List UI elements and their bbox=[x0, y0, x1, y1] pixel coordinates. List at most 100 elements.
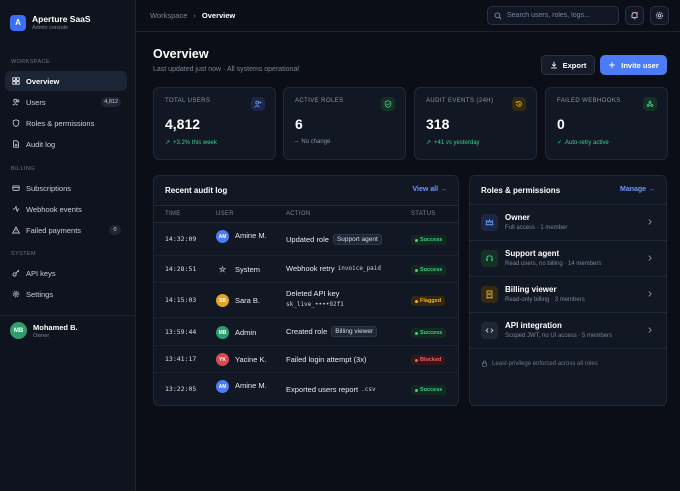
status-badge: Blocked bbox=[411, 355, 446, 365]
status-badge: Flagged bbox=[411, 296, 446, 306]
brand[interactable]: A Aperture SaaS Admin console bbox=[10, 14, 91, 31]
avatar: AM bbox=[216, 230, 229, 243]
row-status: Success bbox=[411, 235, 447, 245]
sidebar-item-label: Audit log bbox=[26, 139, 56, 149]
search-input[interactable] bbox=[507, 12, 617, 19]
stat-trend: ✓ Auto-retry active bbox=[557, 139, 609, 147]
sidebar-item-users[interactable]: Users 4,812 bbox=[5, 92, 127, 112]
row-status: Success bbox=[411, 385, 447, 395]
stat-card-active-roles[interactable]: Active roles 6 – No change bbox=[283, 87, 406, 160]
settings-button[interactable] bbox=[650, 6, 669, 25]
stat-label: Failed webhooks bbox=[557, 98, 621, 104]
row-user: AM Amine M. bbox=[216, 380, 278, 393]
role-desc: Full access · 1 member bbox=[505, 225, 568, 231]
table-row[interactable]: 14:28:51 ☆ System Webhook retry invoice_… bbox=[154, 257, 458, 283]
role-item-support-agent[interactable]: Support agent Read users, no billing · 1… bbox=[470, 240, 666, 276]
roles-panel: Roles & permissions Manage → Owner Full … bbox=[469, 175, 667, 406]
user-role: Owner bbox=[33, 332, 50, 339]
trend-up-icon: ↗ bbox=[165, 140, 171, 146]
manage-link[interactable]: Manage → bbox=[620, 186, 655, 193]
sidebar-item-label: Overview bbox=[26, 76, 60, 86]
sidebar-item-roles[interactable]: Roles & permissions bbox=[5, 113, 127, 133]
row-status: Flagged bbox=[411, 296, 446, 306]
user-plus-icon bbox=[251, 97, 265, 111]
api-key-code: sk_live_••••92f1 bbox=[286, 301, 344, 308]
stat-label: Active roles bbox=[295, 98, 344, 104]
role-tag: Billing viewer bbox=[331, 326, 378, 337]
check-icon: ✓ bbox=[557, 140, 563, 146]
column-header[interactable]: USER bbox=[216, 211, 234, 217]
section-label-billing: Billing bbox=[11, 166, 35, 172]
row-action: Created role Billing viewer bbox=[286, 326, 378, 337]
current-user[interactable]: MB Mohamed B. Owner bbox=[0, 315, 135, 345]
role-item-billing-viewer[interactable]: Billing viewer Read-only billing · 3 mem… bbox=[470, 276, 666, 312]
stat-card-total-users[interactable]: Total users 4,812 ↗ +3.2% this week bbox=[153, 87, 276, 160]
table-header: TIME USER ACTION STATUS bbox=[154, 205, 458, 223]
file-icon bbox=[11, 139, 21, 149]
sidebar-item-audit-log[interactable]: Audit log bbox=[5, 134, 127, 154]
notifications-button[interactable] bbox=[625, 6, 644, 25]
grid-icon bbox=[11, 76, 21, 86]
sidebar-item-settings[interactable]: Settings bbox=[5, 284, 127, 304]
view-all-link[interactable]: View all → bbox=[413, 186, 448, 193]
stat-label: Audit events (24h) bbox=[426, 98, 494, 104]
shield-icon bbox=[11, 118, 21, 128]
status-badge: Success bbox=[411, 328, 447, 338]
stat-card-failed-webhooks[interactable]: Failed webhooks 0 ✓ Auto-retry active bbox=[545, 87, 668, 160]
role-name: Owner bbox=[505, 213, 530, 222]
sidebar-item-overview[interactable]: Overview bbox=[5, 71, 127, 91]
row-status: Success bbox=[411, 328, 447, 338]
table-row[interactable]: 14:15:03 SB Sara B. Deleted API key sk_l… bbox=[154, 284, 458, 318]
sidebar-item-label: Failed payments bbox=[26, 225, 82, 235]
avatar: MB bbox=[216, 326, 229, 339]
users-icon bbox=[11, 97, 21, 107]
row-action: Failed login attempt (3x) bbox=[286, 355, 367, 364]
stat-value: 4,812 bbox=[165, 116, 201, 132]
star-icon: ☆ bbox=[218, 265, 227, 274]
sidebar-item-api-keys[interactable]: API keys bbox=[5, 263, 127, 283]
status-badge: Success bbox=[411, 265, 447, 275]
column-header[interactable]: ACTION bbox=[286, 211, 310, 217]
table-row[interactable]: 13:41:17 YK Yacine K. Failed login attem… bbox=[154, 347, 458, 373]
file-extension: .csv bbox=[361, 386, 376, 393]
export-button[interactable]: Export bbox=[541, 55, 595, 75]
stat-value: 0 bbox=[557, 116, 565, 132]
breadcrumb-workspace[interactable]: Workspace bbox=[150, 11, 187, 20]
search-box[interactable] bbox=[487, 6, 619, 25]
table-row[interactable]: 13:22:05 AM Amine M. Exported users repo… bbox=[154, 374, 458, 405]
row-action: Webhook retry invoice_paid bbox=[286, 264, 381, 273]
row-user: AM Amine M. bbox=[216, 230, 278, 243]
row-time: 13:59:44 bbox=[165, 328, 197, 336]
audit-log-panel: Recent audit log View all → TIME USER AC… bbox=[153, 175, 459, 406]
role-item-api-integration[interactable]: API integration Scoped JWT, no UI access… bbox=[470, 312, 666, 348]
warning-icon bbox=[11, 225, 21, 235]
user-name: Amine M. bbox=[235, 231, 267, 241]
sidebar-item-webhooks[interactable]: Webhook events bbox=[5, 199, 127, 219]
table-row[interactable]: 13:59:44 MB Admin Created role Billing v… bbox=[154, 319, 458, 346]
sidebar-item-label: Subscriptions bbox=[26, 183, 72, 193]
row-time: 13:22:05 bbox=[165, 385, 197, 393]
sidebar-item-subscriptions[interactable]: Subscriptions bbox=[5, 178, 127, 198]
bell-icon bbox=[631, 11, 639, 20]
stat-label: Total users bbox=[165, 98, 211, 104]
stat-trend: ↗ +41 vs yesterday bbox=[426, 139, 480, 147]
row-user: ☆ System bbox=[216, 263, 260, 276]
row-status: Blocked bbox=[411, 355, 446, 365]
sidebar: A Aperture SaaS Admin console Workspace … bbox=[0, 0, 136, 491]
column-header[interactable]: TIME bbox=[165, 211, 181, 217]
role-item-owner[interactable]: Owner Full access · 1 member bbox=[470, 204, 666, 240]
sidebar-item-label: Roles & permissions bbox=[26, 118, 95, 128]
divider bbox=[470, 348, 666, 349]
stat-card-audit-events[interactable]: Audit events (24h) 318 ↗ +41 vs yesterday bbox=[414, 87, 537, 160]
code-icon bbox=[481, 322, 498, 339]
stat-trend: – No change bbox=[295, 139, 331, 145]
status-badge: Success bbox=[411, 385, 447, 395]
sidebar-item-failed-payments[interactable]: Failed payments 0 bbox=[5, 220, 127, 240]
row-action: Exported users report .csv bbox=[286, 385, 376, 394]
user-name: System bbox=[235, 265, 261, 274]
user-name: Sara B. bbox=[235, 296, 261, 305]
column-header[interactable]: STATUS bbox=[411, 211, 436, 217]
page-subtitle: Last updated just now · All systems oper… bbox=[153, 66, 299, 73]
table-row[interactable]: 14:32:09 AM Amine M. Updated role Suppor… bbox=[154, 224, 458, 256]
invite-user-button[interactable]: Invite user bbox=[600, 55, 667, 75]
